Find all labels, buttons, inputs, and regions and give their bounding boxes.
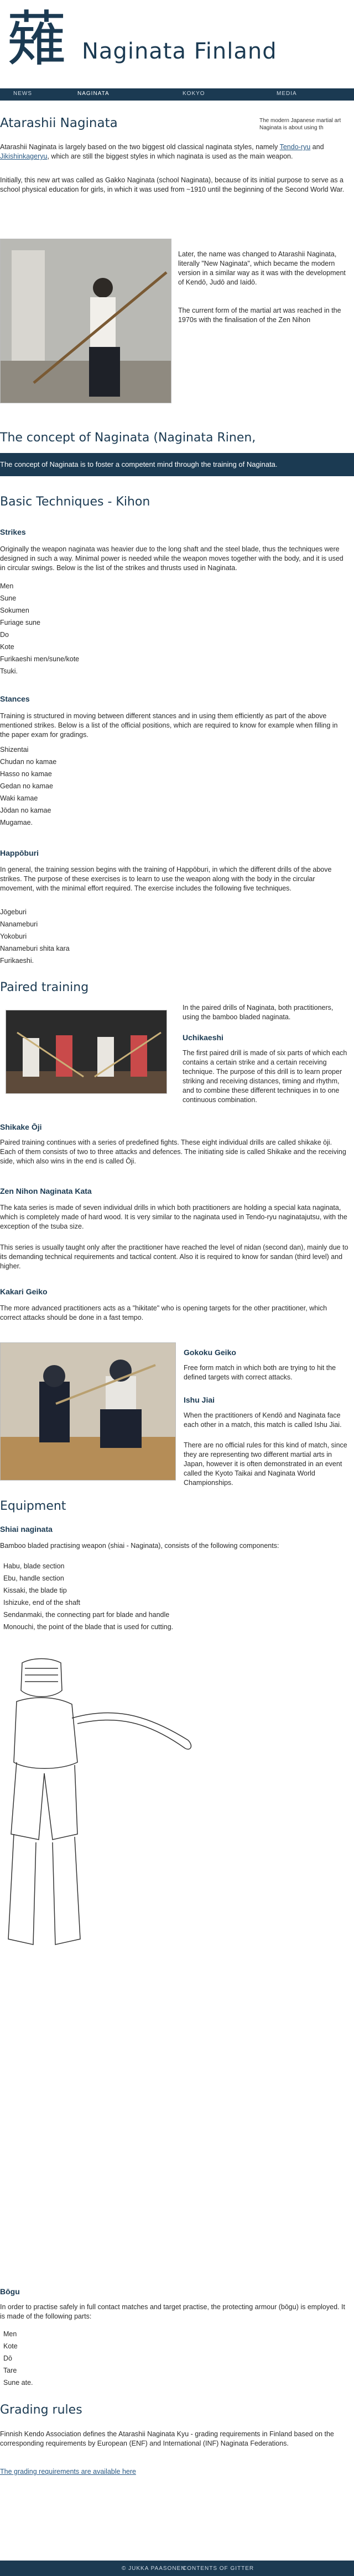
list-item: Yokoburi	[0, 933, 27, 940]
grading-rules-heading: Grading rules	[0, 2403, 82, 2417]
shiai-naginata-heading: Shiai naginata	[0, 1525, 53, 1534]
nav-item-kokyo[interactable]: Kokyo	[183, 91, 205, 97]
shiai-parts-list: Habu, blade section Ebu, handle section …	[3, 1560, 173, 1633]
grading-link-block: The grading requirements are available h…	[0, 2467, 348, 2477]
ishu-jiai-text-2: There are no official rules for this kin…	[184, 1441, 347, 1487]
concept-heading: The concept of Naginata (Naginata Rinen,	[0, 431, 256, 445]
intro-p2: Initially, this new art was called as Ga…	[0, 176, 345, 193]
footer-contact-link[interactable]: Contents of Gitter	[183, 2566, 254, 2572]
ishu-jiai-heading: Ishu Jiai	[184, 1395, 215, 1404]
list-item: Men	[0, 582, 14, 590]
intro-p3: Later, the name was changed to Atarashii…	[178, 250, 346, 286]
gokoku-geiko-heading: Gokoku Geiko	[184, 1348, 236, 1357]
logo-icon[interactable]: 薙	[3, 2, 70, 73]
list-item: Nanameburi	[0, 920, 38, 928]
tendo-ryu-link[interactable]: Tendo-ryu	[280, 143, 311, 151]
paired-training-photo	[6, 1010, 167, 1094]
bogu-text: In order to practise safely in full cont…	[0, 2303, 345, 2320]
ishu-jiai-text-1: When the practitioners of Kendō and Nagi…	[184, 1411, 342, 1429]
list-item: Jōgeburi	[0, 908, 27, 916]
svg-text:薙: 薙	[7, 5, 66, 73]
list-item: Ebu, handle section	[3, 1574, 64, 1582]
list-item: Sokumen	[0, 607, 29, 614]
shikake-oji-text: Paired training continues with a series …	[0, 1139, 346, 1165]
list-item: Kote	[0, 643, 14, 651]
list-item: Nanameburi shita kara	[0, 945, 70, 952]
bogu-heading: Bōgu	[0, 2287, 20, 2296]
paired-intro: In the paired drills of Naginata, both p…	[183, 1004, 334, 1021]
nav-item-news[interactable]: News	[13, 91, 32, 97]
strikes-heading: Strikes	[0, 528, 26, 536]
list-item: Tsuki.	[0, 667, 18, 675]
basic-techniques-heading: Basic Techniques - Kihon	[0, 495, 150, 509]
uchikaeshi-heading: Uchikaeshi	[183, 1033, 223, 1042]
happoburi-heading: Happōburi	[0, 849, 39, 857]
page-title: Atarashii Naginata	[0, 116, 118, 130]
site-title[interactable]: Naginata Finland	[82, 39, 277, 64]
site-header: 薙 Naginata Finland	[0, 0, 354, 83]
gokoku-geiko-text: Free form match in which both are trying…	[184, 1364, 336, 1381]
grading-text: Finnish Kendo Association defines the At…	[0, 2430, 334, 2447]
jikishinkageryu-link[interactable]: Jikishinkageryu	[0, 152, 47, 160]
site-footer: © Jukka Paasonen Contents of Gitter	[0, 2561, 354, 2576]
ishu-jiai-photo	[0, 1342, 176, 1481]
list-item: Kote	[3, 2342, 18, 2350]
happoburi-text: In general, the training session begins …	[0, 866, 332, 892]
armour-illustration	[0, 1652, 199, 1961]
concept-band: The concept of Naginata is to foster a c…	[0, 453, 354, 476]
kata-text-2: This series is usually taught only after…	[0, 1244, 348, 1270]
uchikaeshi-text: The first paired drill is made of six pa…	[183, 1049, 347, 1104]
list-item: Furikaeshi men/sune/kote	[0, 655, 80, 663]
kakari-geiko-text: The more advanced practitioners acts as …	[0, 1304, 327, 1321]
list-item: Habu, blade section	[3, 1562, 65, 1570]
grading-requirements-link[interactable]: The grading requirements are available h…	[0, 2468, 136, 2475]
naginata-practice-photo	[0, 239, 171, 403]
happoburi-list: Jōgeburi Nanameburi Yokoburi Nanameburi …	[0, 906, 70, 967]
stances-heading: Stances	[0, 694, 30, 703]
list-item: Gedan no kamae	[0, 782, 53, 790]
stances-text: Training is structured in moving between…	[0, 712, 338, 739]
list-item: Jōdan no kamae	[0, 807, 51, 814]
main-nav: News Naginata Kokyo Media	[0, 88, 354, 101]
copyright-text: © Jukka Paasonen	[122, 2566, 186, 2572]
page: 薙 Naginata Finland News Naginata Kokyo M…	[0, 0, 354, 2576]
nav-item-naginata[interactable]: Naginata	[77, 91, 110, 97]
list-item: Do	[0, 631, 9, 639]
nav-item-media[interactable]: Media	[277, 91, 297, 97]
intro-p4: The current form of the martial art was …	[178, 307, 341, 324]
shikake-oji-heading: Shikake Ōji	[0, 1123, 42, 1131]
strikes-list: Men Sune Sokumen Furiage sune Do Kote Fu…	[0, 580, 79, 677]
list-item: Dō	[3, 2354, 12, 2362]
kata-heading: Zen Nihon Naginata Kata	[0, 1187, 92, 1195]
list-item: Kissaki, the blade tip	[3, 1587, 67, 1594]
page-subtitle: The modern Japanese martial art Naginata…	[259, 118, 341, 131]
shiai-naginata-text: Bamboo bladed practising weapon (shiai -…	[0, 1542, 279, 1550]
list-item: Monouchi, the point of the blade that is…	[3, 1623, 174, 1631]
list-item: Furikaeshi.	[0, 957, 34, 965]
equipment-heading: Equipment	[0, 1499, 66, 1513]
list-item: Waki kamae	[0, 794, 38, 802]
stances-list: Shizentai Chudan no kamae Hasso no kamae…	[0, 744, 56, 829]
list-item: Men	[3, 2330, 17, 2338]
list-item: Ishizuke, end of the shaft	[3, 1599, 80, 1606]
kata-text-1: The kata series is made of seven individ…	[0, 1204, 347, 1230]
intro-p1: Atarashii Naginata is largely based on t…	[0, 143, 324, 160]
list-item: Sune ate.	[3, 2379, 33, 2387]
list-item: Mugamae.	[0, 819, 33, 826]
bogu-parts-list: Men Kote Dō Tare Sune ate.	[3, 2328, 33, 2389]
list-item: Sune	[0, 594, 17, 602]
kakari-geiko-heading: Kakari Geiko	[0, 1287, 48, 1296]
list-item: Chudan no kamae	[0, 758, 57, 766]
list-item: Shizentai	[0, 746, 29, 754]
strikes-text: Originally the weapon naginata was heavi…	[0, 545, 343, 572]
paired-training-heading: Paired training	[0, 981, 89, 994]
list-item: Hasso no kamae	[0, 770, 52, 778]
list-item: Tare	[3, 2367, 17, 2374]
list-item: Furiage sune	[0, 619, 40, 626]
list-item: Sendanmaki, the connecting part for blad…	[3, 1611, 170, 1619]
